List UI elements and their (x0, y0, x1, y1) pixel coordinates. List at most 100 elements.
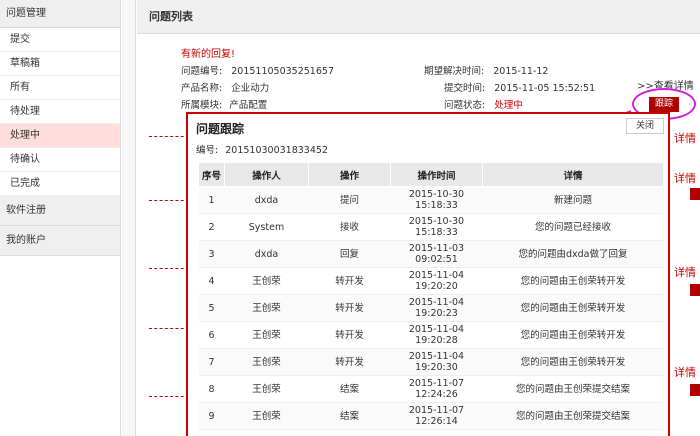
list-divider (149, 396, 189, 397)
column-header-detail: 详情 (482, 162, 664, 187)
issue-id-line: 问题编号: 20151105035251657 (181, 63, 334, 77)
issue-id-value: 20151105035251657 (231, 66, 334, 77)
cell-time: 2015-11-04 19:20:20 (390, 267, 483, 295)
sidebar-item-completed[interactable]: 已完成 (0, 172, 120, 196)
cell-date: 2015-11-07 (408, 378, 465, 389)
column-header-operator: 操作人 (224, 162, 309, 187)
cell-time: 2015-10-30 15:18:33 (390, 213, 483, 241)
expected-time-label: 期望解决时间: (424, 66, 485, 77)
cell-detail: 您的问题由dxda做了回复 (482, 240, 664, 268)
cell-clock: 12:24:26 (415, 389, 458, 400)
sidebar-section-my-account[interactable]: 我的账户 (0, 226, 120, 256)
cell-action: 转开发 (308, 267, 391, 295)
cell-seq: 8 (198, 375, 225, 403)
status-value: 处理中 (494, 100, 523, 111)
list-divider (149, 328, 189, 329)
cell-time: 2015-11-04 19:20:28 (390, 321, 483, 349)
cell-detail: 您的问题由王创荣提交结案 (482, 402, 664, 430)
new-reply-notice: 有新的回复! (181, 49, 236, 60)
issue-tracking-dialog: 问题跟踪 关闭 编号: 20151030031833452 序号 操作人 操作 … (186, 112, 670, 436)
cell-seq: 7 (198, 348, 225, 376)
cell-seq: 4 (198, 267, 225, 295)
close-button[interactable]: 关闭 (626, 118, 664, 134)
detail-link-fragment[interactable]: 详情 (674, 364, 696, 380)
submit-time-line: 提交时间: 2015-11-05 15:52:51 (444, 80, 595, 94)
column-header-action: 操作 (308, 162, 391, 187)
cell-seq: 3 (198, 240, 225, 268)
cell-clock: 15:18:33 (415, 227, 458, 238)
detail-link-fragment[interactable]: 详情 (674, 264, 696, 280)
cell-clock: 19:20:30 (415, 362, 458, 373)
table-row: 4 王创荣 转开发 2015-11-04 19:20:20 您的问题由王创荣转开发 (198, 267, 664, 295)
cell-clock: 15:18:33 (415, 200, 458, 211)
detail-link-fragment[interactable]: 详情 (674, 130, 696, 146)
cell-seq: 9 (198, 402, 225, 430)
table-row: 2 System 接收 2015-10-30 15:18:33 您的问题已经接收 (198, 213, 664, 241)
gutter (122, 0, 136, 436)
cell-detail: 您的问题由王创荣转开发 (482, 267, 664, 295)
sidebar-header: 问题管理 (0, 0, 120, 28)
table-row: 9 王创荣 结案 2015-11-07 12:26:14 您的问题由王创荣提交结案 (198, 402, 664, 430)
track-button-fragment[interactable] (690, 188, 700, 200)
track-button[interactable]: 跟踪 (649, 97, 679, 112)
table-row: 5 王创荣 转开发 2015-11-04 19:20:23 您的问题由王创荣转开发 (198, 294, 664, 322)
cell-action: 转开发 (308, 294, 391, 322)
detail-link-fragment[interactable]: 详情 (674, 170, 696, 186)
sidebar-item-submit[interactable]: 提交 (0, 28, 120, 52)
cell-seq: 1 (198, 186, 225, 214)
table-row: 8 王创荣 结案 2015-11-07 12:24:26 您的问题由王创荣提交结案 (198, 375, 664, 403)
table-row: 3 dxda 回复 2015-11-03 09:02:51 您的问题由dxda做了回复 (198, 240, 664, 268)
cell-time: 2015-10-30 15:18:33 (390, 186, 483, 214)
dialog-id-label: 编号: (196, 145, 219, 156)
product-line: 产品名称: 企业动力 (181, 80, 269, 94)
cell-date: 2015-11-07 (408, 405, 465, 416)
dialog-id-value: 20151030031833452 (225, 145, 328, 156)
status-line: 问题状态: 处理中 (444, 97, 523, 111)
sidebar-item-pending[interactable]: 待处理 (0, 100, 120, 124)
column-header-time: 操作时间 (390, 162, 483, 187)
sidebar-item-processing[interactable]: 处理中 (0, 124, 120, 148)
status-label: 问题状态: (444, 100, 486, 111)
product-label: 产品名称: (181, 83, 223, 94)
cell-time: 2015-11-07 12:24:26 (390, 375, 483, 403)
cell-seq: 2 (198, 213, 225, 241)
expected-time-line: 期望解决时间: 2015-11-12 (424, 63, 548, 77)
sidebar-item-to-confirm[interactable]: 待确认 (0, 148, 120, 172)
column-header-seq: 序号 (198, 162, 225, 187)
product-value: 企业动力 (231, 83, 270, 94)
table-row: 6 王创荣 转开发 2015-11-04 19:20:28 您的问题由王创荣转开发 (198, 321, 664, 349)
page-title: 问题列表 (137, 0, 700, 34)
cell-date: 2015-11-03 (408, 243, 465, 254)
cell-detail: 您的问题已经接收 (482, 213, 664, 241)
module-line: 所属模块: 产品配置 (181, 97, 267, 111)
cell-operator: 王创荣 (224, 348, 309, 376)
cell-clock: 19:20:23 (415, 308, 458, 319)
submit-time-label: 提交时间: (444, 83, 486, 94)
track-button-fragment[interactable] (690, 384, 700, 396)
cell-time: 2015-11-04 19:20:23 (390, 294, 483, 322)
dialog-title: 问题跟踪 (196, 122, 245, 136)
cell-action: 结案 (308, 375, 391, 403)
sidebar-item-all[interactable]: 所有 (0, 76, 120, 100)
cell-action: 转开发 (308, 321, 391, 349)
table-row: 1 dxda 提问 2015-10-30 15:18:33 新建问题 (198, 186, 664, 214)
tracking-table: 序号 操作人 操作 操作时间 详情 1 dxda 提问 2015-10-30 15:18… (198, 162, 664, 430)
cell-time: 2015-11-03 09:02:51 (390, 240, 483, 268)
cell-action: 结案 (308, 402, 391, 430)
cell-date: 2015-11-04 (408, 270, 465, 281)
cell-date: 2015-11-04 (408, 324, 465, 335)
sidebar-item-drafts[interactable]: 草稿箱 (0, 52, 120, 76)
cell-action: 回复 (308, 240, 391, 268)
cell-operator: 王创荣 (224, 321, 309, 349)
track-button-fragment[interactable] (690, 284, 700, 296)
dialog-issue-id: 编号: 20151030031833452 (196, 142, 328, 156)
expected-time-value: 2015-11-12 (493, 66, 549, 77)
cell-detail: 您的问题由王创荣转开发 (482, 321, 664, 349)
cell-seq: 5 (198, 294, 225, 322)
cell-clock: 12:26:14 (415, 416, 458, 427)
cell-operator: System (224, 213, 309, 241)
cell-detail: 您的问题由王创荣转开发 (482, 294, 664, 322)
sidebar-section-software-registration[interactable]: 软件注册 (0, 196, 120, 226)
cell-operator: 王创荣 (224, 267, 309, 295)
module-value: 产品配置 (229, 100, 268, 111)
